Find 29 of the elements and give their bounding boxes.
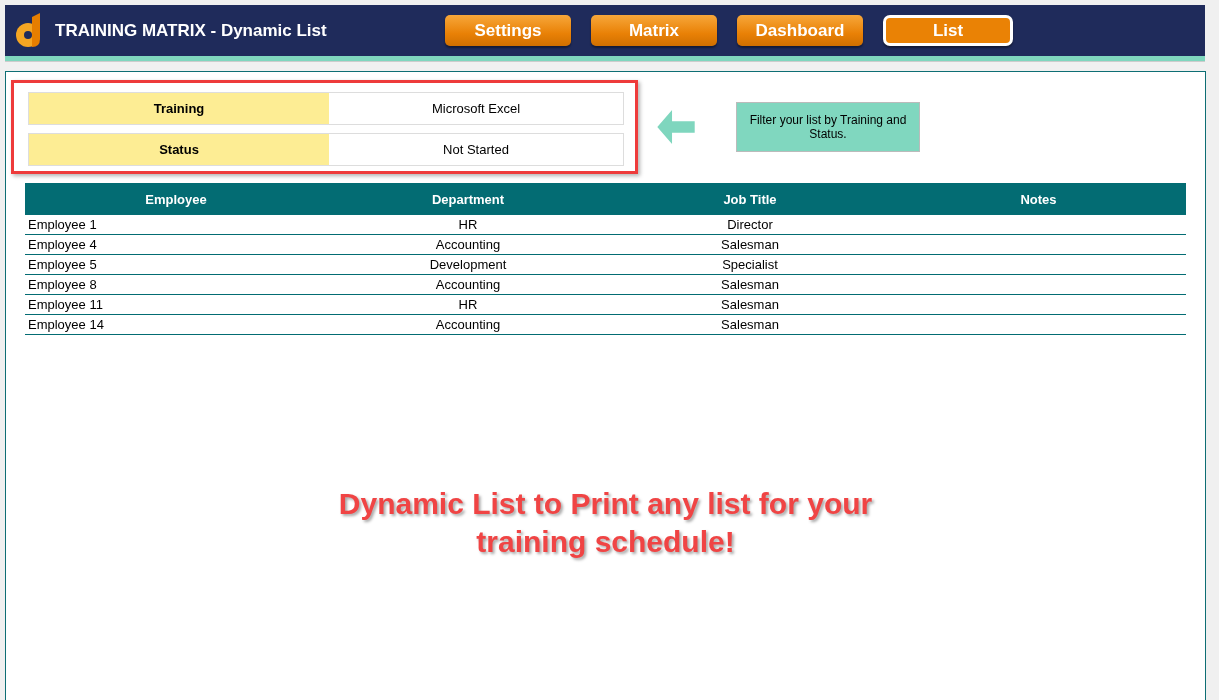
column-header: Department — [327, 183, 609, 215]
app-title: TRAINING MATRIX - Dynamic List — [55, 20, 328, 41]
column-header: Job Title — [609, 183, 891, 215]
table-cell: Salesman — [609, 274, 891, 295]
table-cell: Salesman — [609, 234, 891, 255]
table-cell: Employee 8 — [25, 274, 327, 295]
table-cell: Director — [609, 215, 891, 235]
table-cell: Employee 5 — [25, 254, 327, 275]
nav-tab[interactable]: Settings — [445, 15, 571, 46]
table-cell: Salesman — [609, 294, 891, 315]
table-cell: Specialist — [609, 254, 891, 275]
table-cell: Employee 11 — [25, 294, 327, 315]
table-cell: HR — [327, 215, 609, 235]
column-header: Notes — [891, 183, 1186, 215]
column-header: Employee — [25, 183, 327, 215]
table-cell: Accounting — [327, 234, 609, 255]
table-cell: Accounting — [327, 314, 609, 335]
nav-tab[interactable]: Matrix — [591, 15, 717, 46]
table-cell: Employee 1 — [25, 215, 327, 235]
table-cell: Employee 4 — [25, 234, 327, 255]
nav-tab[interactable]: Dashboard — [737, 15, 863, 46]
table-cell: HR — [327, 294, 609, 315]
table-cell: Accounting — [327, 274, 609, 295]
promo-text: Dynamic List to Print any list for your training schedule! — [337, 486, 874, 560]
table-cell: Salesman — [609, 314, 891, 335]
table-cell: Employee 14 — [25, 314, 327, 335]
nav-tab[interactable]: List — [883, 15, 1013, 46]
hint-note: Filter your list by Training and Status. — [736, 102, 920, 152]
table-cell: Development — [327, 254, 609, 275]
